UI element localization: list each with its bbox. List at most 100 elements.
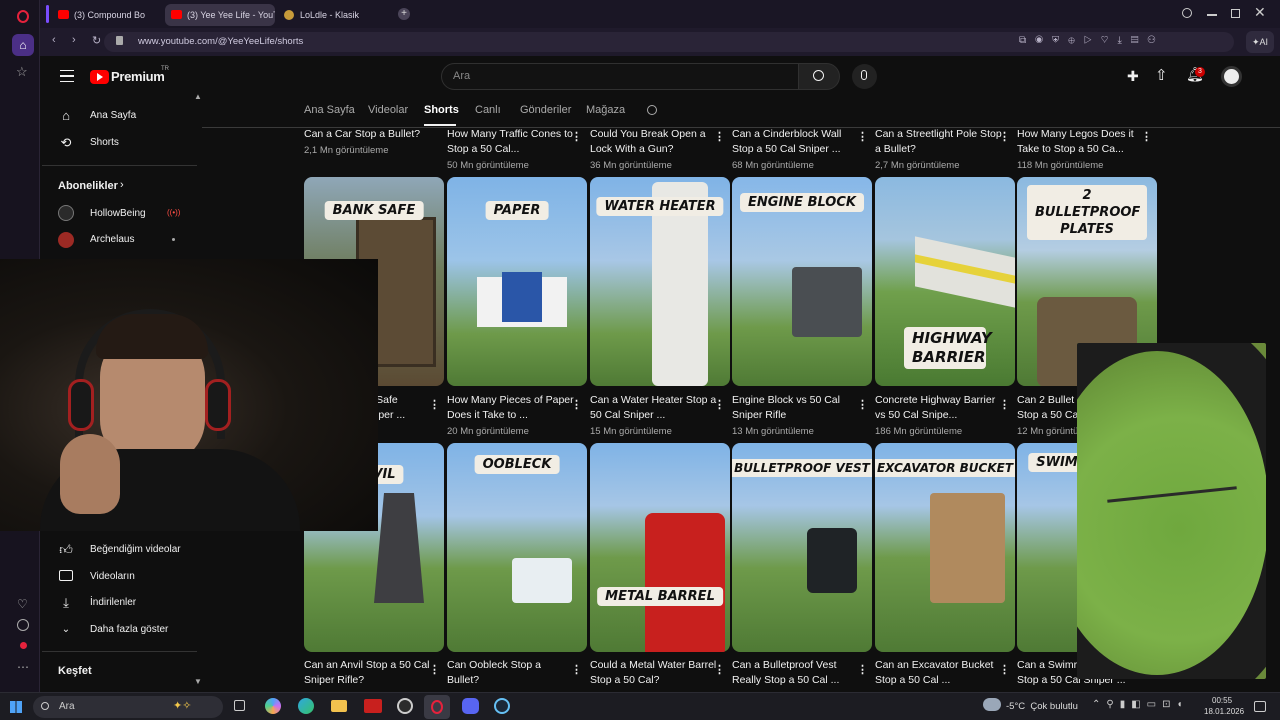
channel-search-icon[interactable] — [647, 105, 657, 115]
edge-icon[interactable] — [298, 698, 314, 714]
sidebar-item-liked-videos[interactable]: Beğendiğim videolar — [90, 544, 181, 555]
close-button[interactable]: ✕ — [1254, 4, 1266, 21]
short-title[interactable]: Can a Streetlight Pole Stop a Bullet? — [875, 127, 1003, 157]
file-explorer-icon[interactable] — [331, 700, 347, 712]
new-tab-button[interactable]: + — [398, 8, 410, 20]
more-options-icon[interactable]: ⋮ — [857, 130, 868, 143]
short-title[interactable]: Can a Swimr — [1017, 658, 1077, 673]
sidebar-sub-archelaus[interactable]: Archelaus — [90, 234, 134, 245]
opera-logo-icon[interactable] — [17, 10, 29, 23]
discord-icon[interactable] — [462, 698, 479, 714]
forward-icon[interactable]: › — [72, 34, 76, 46]
notification-center-icon[interactable] — [1254, 701, 1266, 712]
back-icon[interactable]: ‹ — [52, 34, 56, 46]
star-icon[interactable]: ☆ — [16, 64, 28, 80]
ai-button[interactable]: ✦AI — [1246, 31, 1274, 53]
clock-date[interactable]: 18.01.2026 — [1204, 707, 1244, 716]
opera-taskbar-icon[interactable] — [424, 695, 450, 719]
tab-videos[interactable]: Videolar — [368, 104, 408, 116]
obs-icon[interactable] — [397, 698, 413, 714]
home-icon[interactable]: ⌂ — [12, 34, 34, 56]
more-options-icon[interactable]: ⋮ — [1141, 130, 1152, 143]
short-thumbnail[interactable]: EXCAVATOR BUCKET — [875, 443, 1015, 652]
search-tabs-icon[interactable] — [1182, 8, 1192, 18]
hamburger-menu-icon[interactable] — [60, 70, 74, 82]
more-options-icon[interactable]: ⋮ — [429, 398, 440, 411]
short-thumbnail[interactable]: OOBLECK — [447, 443, 587, 652]
short-thumbnail[interactable]: ENGINE BLOCK — [732, 177, 872, 386]
tab-compound-bow[interactable]: (3) Compound Bo — [52, 4, 162, 26]
short-thumbnail[interactable]: BULLETPROOF VEST — [732, 443, 872, 652]
taskbar-search-input[interactable]: Ara ✦✧ — [33, 696, 223, 718]
subscriptions-header[interactable]: Abonelikler — [58, 180, 118, 192]
sidebar-item-downloads[interactable]: İndirilenler — [90, 597, 136, 608]
heart-icon[interactable]: ♡ — [17, 597, 28, 611]
explore-header[interactable]: Keşfet — [58, 665, 92, 677]
short-title[interactable]: How Many Pieces of Paper Does it Take to… — [447, 393, 575, 423]
more-options-icon[interactable]: ⋮ — [999, 663, 1010, 676]
short-title[interactable]: How Many Traffic Cones to Stop a 50 Cal.… — [447, 127, 575, 157]
create-icon[interactable]: ✚ — [1127, 68, 1139, 85]
more-options-icon[interactable]: ⋮ — [571, 130, 582, 143]
avatar[interactable] — [1221, 66, 1242, 87]
upload-icon[interactable]: ⇧ — [1155, 66, 1168, 84]
task-view-icon[interactable] — [234, 700, 245, 711]
tab-loldle[interactable]: LoLdle - Klasik — [278, 4, 393, 26]
reload-icon[interactable]: ↻ — [92, 34, 101, 47]
sidebar-item-show-more[interactable]: Daha fazla göster — [90, 624, 168, 635]
short-title[interactable]: Can a Bulletproof Vest Really Stop a 50 … — [732, 658, 860, 688]
tab-yee-yee-life[interactable]: (3) Yee Yee Life - YouTube — [165, 4, 275, 26]
short-title[interactable]: How Many Legos Does it Take to Stop a 50… — [1017, 127, 1145, 157]
sidebar-item-home[interactable]: Ana Sayfa — [90, 110, 136, 121]
short-title-line2[interactable]: Stop a 50 Ca — [1017, 408, 1077, 423]
sidebar-item-shorts[interactable]: Shorts — [90, 137, 119, 148]
short-title[interactable]: Can a Cinderblock Wall Stop a 50 Cal Sni… — [732, 127, 860, 157]
search-button[interactable] — [798, 63, 840, 90]
copilot-icon[interactable] — [265, 698, 281, 714]
tab-home[interactable]: Ana Sayfa — [304, 104, 355, 116]
short-title[interactable]: Engine Block vs 50 Cal Sniper Rifle — [732, 393, 860, 423]
minimize-button[interactable] — [1207, 14, 1217, 16]
maximize-button[interactable] — [1231, 9, 1240, 18]
more-options-icon[interactable]: ⋮ — [999, 130, 1010, 143]
short-thumbnail[interactable]: HIGHWAY BARRIER — [875, 177, 1015, 386]
system-tray-icons[interactable]: ⌃⚲▮◧▭⊡◖ — [1092, 699, 1189, 710]
sidebar-scroll-down-icon[interactable]: ▼ — [194, 677, 202, 686]
short-title[interactable]: Can a Water Heater Stop a 50 Cal Sniper … — [590, 393, 718, 423]
short-title[interactable]: Can an Anvil Stop a 50 Cal Sniper Rifle? — [304, 658, 432, 688]
clock-time[interactable]: 00:55 — [1212, 696, 1232, 705]
more-options-icon[interactable]: ⋮ — [571, 663, 582, 676]
short-title[interactable]: Can a Car Stop a Bullet? — [304, 127, 432, 142]
weather-text[interactable]: -5°C Çok bulutlu — [1006, 701, 1078, 712]
short-thumbnail[interactable]: PAPER — [447, 177, 587, 386]
history-icon[interactable] — [17, 619, 29, 631]
short-thumbnail[interactable]: METAL BARREL — [590, 443, 730, 652]
tab-shorts[interactable]: Shorts — [424, 104, 459, 116]
toolbar-icons[interactable]: ⧉◉⛨⊕▷♡⤓▤⚇ — [1019, 35, 1165, 46]
more-options-icon[interactable]: ⋮ — [429, 663, 440, 676]
more-options-icon[interactable]: ⋮ — [999, 398, 1010, 411]
short-title[interactable]: Could a Metal Water Barrel Stop a 50 Cal… — [590, 658, 718, 688]
steam-icon[interactable] — [494, 698, 510, 714]
short-title[interactable]: Concrete Highway Barrier vs 50 Cal Snipe… — [875, 393, 1003, 423]
url-field[interactable]: www.youtube.com/@YeeYeeLife/shorts ⧉◉⛨⊕▷… — [104, 32, 1234, 52]
more-icon[interactable]: ⋯ — [17, 660, 29, 674]
tab-store[interactable]: Mağaza — [586, 104, 625, 116]
short-title[interactable]: Can Oobleck Stop a Bullet? — [447, 658, 575, 688]
short-thumbnail[interactable]: WATER HEATER — [590, 177, 730, 386]
more-options-icon[interactable]: ⋮ — [571, 398, 582, 411]
app-icon[interactable] — [364, 699, 382, 713]
more-options-icon[interactable]: ⋮ — [857, 398, 868, 411]
search-input[interactable]: Ara — [441, 63, 799, 90]
more-options-icon[interactable]: ⋮ — [714, 663, 725, 676]
more-options-icon[interactable]: ⋮ — [857, 663, 868, 676]
settings-icon[interactable] — [20, 642, 27, 649]
sidebar-scroll-up-icon[interactable]: ▲ — [194, 92, 202, 101]
voice-search-button[interactable] — [852, 64, 877, 89]
short-title[interactable]: Can 2 Bullet — [1017, 393, 1077, 408]
windows-start-icon[interactable] — [10, 701, 22, 713]
sidebar-sub-hollowbeing[interactable]: HollowBeing — [90, 208, 146, 219]
more-options-icon[interactable]: ⋮ — [714, 130, 725, 143]
tab-live[interactable]: Canlı — [475, 104, 501, 116]
sidebar-item-your-videos[interactable]: Videoların — [90, 571, 135, 582]
